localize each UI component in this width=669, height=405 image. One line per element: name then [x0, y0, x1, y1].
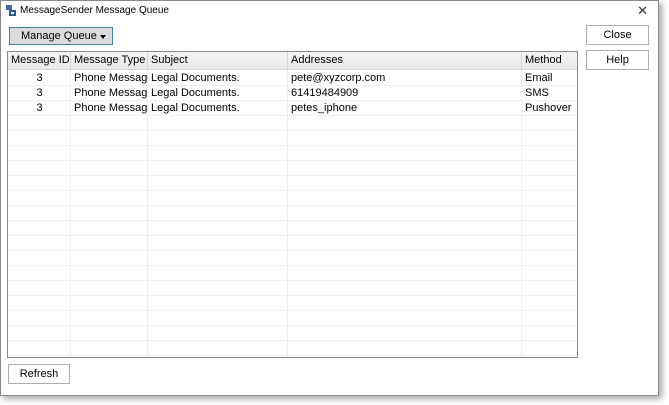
grid-row-line: [8, 130, 577, 131]
grid-row-line: [8, 190, 577, 191]
grid-row-line: [8, 220, 577, 221]
manage-queue-button[interactable]: Manage Queue: [9, 27, 113, 45]
grid-row-line: [8, 175, 577, 176]
column-header-message-id[interactable]: Message ID: [8, 52, 71, 70]
cell-message-id: 3: [36, 72, 43, 84]
manage-queue-label: Manage Queue: [21, 30, 97, 42]
cell-message-id: 3: [36, 87, 43, 99]
cell-message-type: Phone Message: [74, 102, 148, 114]
grid-row-line: [8, 160, 577, 161]
app-icon: [6, 5, 16, 16]
title-bar: MessageSender Message Queue ✕: [1, 1, 658, 21]
grid-row-line: [8, 295, 577, 296]
table-row[interactable]: 3 Phone Message Legal Documents. pete@xy…: [8, 71, 577, 85]
table-row[interactable]: 3 Phone Message Legal Documents. 6141948…: [8, 86, 577, 100]
table-row[interactable]: 3 Phone Message Legal Documents. petes_i…: [8, 101, 577, 115]
refresh-button[interactable]: Refresh: [8, 364, 70, 384]
column-header-message-type[interactable]: Message Type: [71, 52, 148, 70]
grid-row-line: [8, 355, 577, 356]
grid-row-line: [8, 205, 577, 206]
help-button[interactable]: Help: [586, 50, 649, 70]
cell-message-type: Phone Message: [74, 72, 148, 84]
cell-subject: Legal Documents.: [151, 102, 240, 114]
close-icon[interactable]: ✕: [637, 3, 648, 19]
grid-row-line: [8, 265, 577, 266]
cell-subject: Legal Documents.: [151, 87, 240, 99]
grid-row-line: [8, 250, 577, 251]
cell-method: Pushover: [525, 102, 572, 114]
chevron-down-icon: [100, 35, 106, 39]
cell-method: Email: [525, 72, 553, 84]
cell-message-id: 3: [36, 102, 43, 114]
cell-subject: Legal Documents.: [151, 72, 240, 84]
grid-row-line: [8, 145, 577, 146]
cell-message-type: Phone Message: [74, 87, 148, 99]
grid-row-line: [8, 340, 577, 341]
message-queue-table[interactable]: Message ID Message Type Subject Addresse…: [7, 51, 578, 358]
cell-method: SMS: [525, 87, 549, 99]
grid-row-line: [8, 325, 577, 326]
column-header-subject[interactable]: Subject: [148, 52, 288, 70]
grid-row-line: [8, 115, 577, 116]
grid-row-line: [8, 310, 577, 311]
window-title: MessageSender Message Queue: [20, 5, 169, 16]
cell-addresses: petes_iphone: [291, 102, 358, 114]
grid-row-line: [8, 280, 577, 281]
close-button[interactable]: Close: [586, 25, 649, 45]
column-header-method[interactable]: Method: [522, 52, 577, 70]
message-queue-window: MessageSender Message Queue ✕ Manage Que…: [0, 0, 659, 396]
column-header-addresses[interactable]: Addresses: [288, 52, 522, 70]
cell-addresses: 61419484909: [291, 87, 359, 99]
cell-addresses: pete@xyzcorp.com: [291, 72, 386, 84]
grid-row-line: [8, 235, 577, 236]
